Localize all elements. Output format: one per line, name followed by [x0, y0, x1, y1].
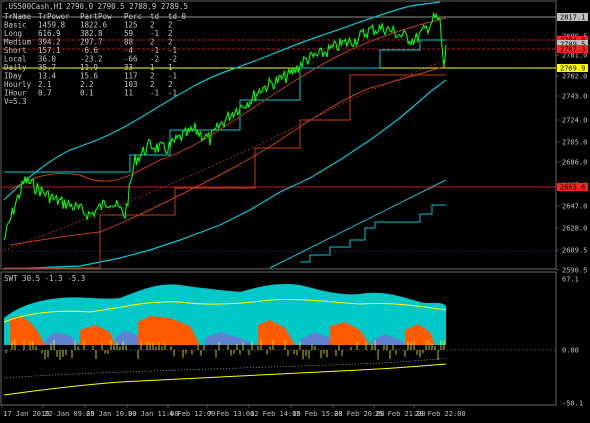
price-tick-label: 2724.0: [562, 117, 587, 125]
price-tick-label: 2628.0: [562, 225, 587, 233]
price-tick-label: 2686.0: [562, 159, 587, 167]
price-tick-label: 2647.0: [562, 203, 587, 211]
price-tick-label: 2590.5: [562, 267, 587, 275]
indicator-tick-label: 0.00: [562, 347, 579, 355]
indicator-tick-label: -50.1: [562, 400, 583, 408]
chart-window[interactable]: .US500Cash,H1 2790.0 2790.5 2788.9 2789.…: [0, 0, 590, 421]
price-tick-label: 2762.0: [562, 73, 587, 81]
stats-cell: -1: [150, 89, 159, 98]
price-tick-label: 2743.0: [562, 93, 587, 101]
time-label: 28 Feb 22:00: [415, 410, 466, 418]
time-label: 7 Feb 13:00: [208, 410, 254, 418]
stats-cell: 11: [124, 89, 133, 98]
indicator-axis: 67.1 0.00 -50.1: [562, 276, 583, 408]
price-tag-label: 2663.6: [560, 184, 585, 192]
price-tick-label: 2609.5: [562, 247, 587, 255]
chart-symbol: .US500Cash,H1: [4, 2, 63, 11]
volatility-text: V=5.3: [4, 97, 27, 106]
stats-cell: -1: [168, 89, 177, 98]
indicator-tick-label: 67.1: [562, 276, 579, 284]
stats-cell: 0.7: [38, 89, 52, 98]
price-tag-label: 2769.9: [560, 65, 585, 73]
stats-cell: 0.1: [80, 89, 94, 98]
price-tick-label: 2705.0: [562, 139, 587, 147]
indicator-label: SWT 30.5 -1.3 -5.3: [4, 274, 85, 283]
price-tag-label: 2817.1: [560, 14, 585, 22]
time-axis: 17 Jan 201922 Jan 09:0025 Jan 10:0030 Ja…: [1, 405, 466, 418]
price-tag-label: 2787.3: [560, 46, 585, 54]
chart-ohlc: 2790.0 2790.5 2788.9 2789.5: [66, 2, 188, 11]
time-label: 17 Jan 2019: [3, 410, 49, 418]
